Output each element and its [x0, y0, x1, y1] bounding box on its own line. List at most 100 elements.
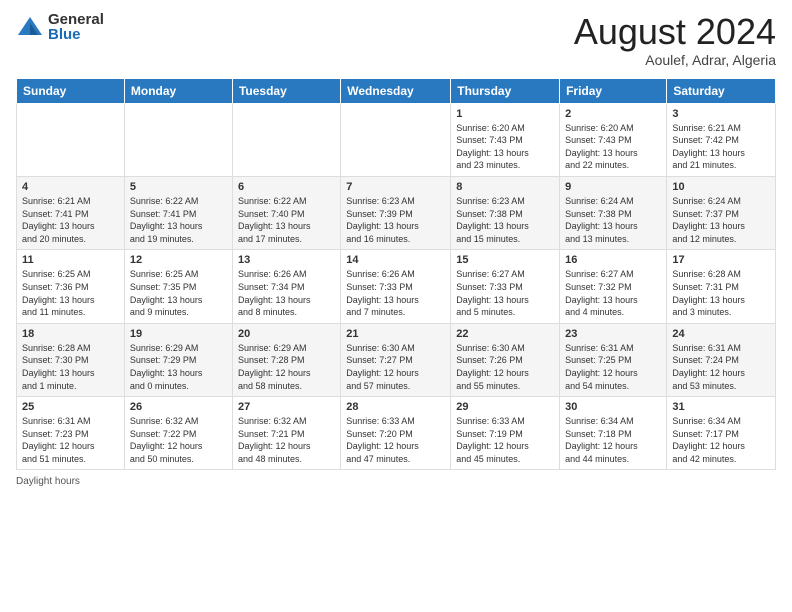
day-number: 2 — [565, 108, 661, 120]
day-info: Sunrise: 6:27 AM Sunset: 7:32 PM Dayligh… — [565, 268, 661, 318]
day-info: Sunrise: 6:26 AM Sunset: 7:34 PM Dayligh… — [238, 268, 335, 318]
day-number: 20 — [238, 328, 335, 340]
calendar-cell: 11Sunrise: 6:25 AM Sunset: 7:36 PM Dayli… — [17, 250, 125, 323]
day-number: 16 — [565, 254, 661, 266]
day-info: Sunrise: 6:20 AM Sunset: 7:43 PM Dayligh… — [565, 122, 661, 172]
day-info: Sunrise: 6:32 AM Sunset: 7:21 PM Dayligh… — [238, 415, 335, 465]
daylight-label: Daylight hours — [16, 476, 80, 487]
day-number: 12 — [130, 254, 227, 266]
calendar-cell: 15Sunrise: 6:27 AM Sunset: 7:33 PM Dayli… — [451, 250, 560, 323]
month-year-title: August 2024 — [574, 12, 776, 52]
day-info: Sunrise: 6:29 AM Sunset: 7:28 PM Dayligh… — [238, 342, 335, 392]
day-number: 25 — [22, 401, 119, 413]
weekday-header-tuesday: Tuesday — [232, 78, 340, 103]
weekday-header-row: SundayMondayTuesdayWednesdayThursdayFrid… — [17, 78, 776, 103]
calendar-cell: 6 Sunrise: 6:22 AM Sunset: 7:40 PM Daylig… — [232, 176, 340, 249]
logo-blue-text: Blue — [48, 27, 104, 42]
day-number: 10 — [672, 181, 770, 193]
day-number: 4 — [22, 181, 119, 193]
day-number: 31 — [672, 401, 770, 413]
weekday-header-sunday: Sunday — [17, 78, 125, 103]
day-number: 6 — [238, 181, 335, 193]
day-number: 17 — [672, 254, 770, 266]
day-number: 24 — [672, 328, 770, 340]
day-info: Sunrise: 6:31 AM Sunset: 7:25 PM Dayligh… — [565, 342, 661, 392]
calendar-cell: 20 Sunrise: 6:29 AM Sunset: 7:28 PM Dayli… — [232, 323, 340, 396]
calendar-cell: 21Sunrise: 6:30 AM Sunset: 7:27 PM Dayli… — [341, 323, 451, 396]
day-info: Sunrise: 6:34 AM Sunset: 7:17 PM Dayligh… — [672, 415, 770, 465]
calendar-cell: 13 Sunrise: 6:26 AM Sunset: 7:34 PM Dayli… — [232, 250, 340, 323]
logo-general-text: General — [48, 12, 104, 27]
calendar-week-row: 18Sunrise: 6:28 AM Sunset: 7:30 PM Dayli… — [17, 323, 776, 396]
weekday-header-thursday: Thursday — [451, 78, 560, 103]
day-info: Sunrise: 6:30 AM Sunset: 7:26 PM Dayligh… — [456, 342, 554, 392]
calendar-cell: 3 Sunrise: 6:21 AM Sunset: 7:42 PM Daylig… — [667, 103, 776, 176]
calendar-cell — [17, 103, 125, 176]
day-info: Sunrise: 6:29 AM Sunset: 7:29 PM Dayligh… — [130, 342, 227, 392]
day-info: Sunrise: 6:24 AM Sunset: 7:38 PM Dayligh… — [565, 195, 661, 245]
day-number: 22 — [456, 328, 554, 340]
day-number: 14 — [346, 254, 445, 266]
calendar-week-row: 11Sunrise: 6:25 AM Sunset: 7:36 PM Dayli… — [17, 250, 776, 323]
calendar-cell: 7 Sunrise: 6:23 AM Sunset: 7:39 PM Daylig… — [341, 176, 451, 249]
weekday-header-monday: Monday — [124, 78, 232, 103]
day-info: Sunrise: 6:34 AM Sunset: 7:18 PM Dayligh… — [565, 415, 661, 465]
title-block: August 2024 Aoulef, Adrar, Algeria — [574, 12, 776, 68]
day-number: 30 — [565, 401, 661, 413]
day-info: Sunrise: 6:33 AM Sunset: 7:20 PM Dayligh… — [346, 415, 445, 465]
day-info: Sunrise: 6:25 AM Sunset: 7:35 PM Dayligh… — [130, 268, 227, 318]
day-info: Sunrise: 6:31 AM Sunset: 7:23 PM Dayligh… — [22, 415, 119, 465]
calendar-table: SundayMondayTuesdayWednesdayThursdayFrid… — [16, 78, 776, 471]
calendar-cell: 18Sunrise: 6:28 AM Sunset: 7:30 PM Dayli… — [17, 323, 125, 396]
calendar-cell: 23 Sunrise: 6:31 AM Sunset: 7:25 PM Dayli… — [560, 323, 667, 396]
calendar-cell: 4 Sunrise: 6:21 AM Sunset: 7:41 PM Daylig… — [17, 176, 125, 249]
calendar-cell: 9 Sunrise: 6:24 AM Sunset: 7:38 PM Daylig… — [560, 176, 667, 249]
day-info: Sunrise: 6:20 AM Sunset: 7:43 PM Dayligh… — [456, 122, 554, 172]
day-info: Sunrise: 6:21 AM Sunset: 7:42 PM Dayligh… — [672, 122, 770, 172]
day-info: Sunrise: 6:26 AM Sunset: 7:33 PM Dayligh… — [346, 268, 445, 318]
calendar-cell: 1 Sunrise: 6:20 AM Sunset: 7:43 PM Daylig… — [451, 103, 560, 176]
calendar-cell: 24Sunrise: 6:31 AM Sunset: 7:24 PM Dayli… — [667, 323, 776, 396]
footer: Daylight hours — [16, 476, 776, 487]
day-number: 11 — [22, 254, 119, 266]
calendar-cell: 8Sunrise: 6:23 AM Sunset: 7:38 PM Daylig… — [451, 176, 560, 249]
calendar-cell: 26Sunrise: 6:32 AM Sunset: 7:22 PM Dayli… — [124, 397, 232, 470]
calendar-cell: 17Sunrise: 6:28 AM Sunset: 7:31 PM Dayli… — [667, 250, 776, 323]
day-info: Sunrise: 6:22 AM Sunset: 7:41 PM Dayligh… — [130, 195, 227, 245]
day-info: Sunrise: 6:22 AM Sunset: 7:40 PM Dayligh… — [238, 195, 335, 245]
day-info: Sunrise: 6:32 AM Sunset: 7:22 PM Dayligh… — [130, 415, 227, 465]
calendar-week-row: 1 Sunrise: 6:20 AM Sunset: 7:43 PM Daylig… — [17, 103, 776, 176]
day-number: 23 — [565, 328, 661, 340]
calendar-cell — [124, 103, 232, 176]
day-number: 13 — [238, 254, 335, 266]
day-number: 9 — [565, 181, 661, 193]
day-number: 1 — [456, 108, 554, 120]
day-number: 7 — [346, 181, 445, 193]
calendar-cell: 29Sunrise: 6:33 AM Sunset: 7:19 PM Dayli… — [451, 397, 560, 470]
weekday-header-friday: Friday — [560, 78, 667, 103]
weekday-header-saturday: Saturday — [667, 78, 776, 103]
day-number: 15 — [456, 254, 554, 266]
weekday-header-wednesday: Wednesday — [341, 78, 451, 103]
day-number: 18 — [22, 328, 119, 340]
calendar-cell: 19 Sunrise: 6:29 AM Sunset: 7:29 PM Dayli… — [124, 323, 232, 396]
day-number: 19 — [130, 328, 227, 340]
day-number: 8 — [456, 181, 554, 193]
day-number: 5 — [130, 181, 227, 193]
calendar-week-row: 25 Sunrise: 6:31 AM Sunset: 7:23 PM Dayli… — [17, 397, 776, 470]
calendar-cell: 22 Sunrise: 6:30 AM Sunset: 7:26 PM Dayli… — [451, 323, 560, 396]
calendar-cell: 2 Sunrise: 6:20 AM Sunset: 7:43 PM Daylig… — [560, 103, 667, 176]
day-number: 3 — [672, 108, 770, 120]
day-info: Sunrise: 6:33 AM Sunset: 7:19 PM Dayligh… — [456, 415, 554, 465]
calendar-cell: 30 Sunrise: 6:34 AM Sunset: 7:18 PM Dayli… — [560, 397, 667, 470]
day-info: Sunrise: 6:21 AM Sunset: 7:41 PM Dayligh… — [22, 195, 119, 245]
logo-icon — [16, 13, 44, 41]
day-info: Sunrise: 6:24 AM Sunset: 7:37 PM Dayligh… — [672, 195, 770, 245]
day-info: Sunrise: 6:23 AM Sunset: 7:39 PM Dayligh… — [346, 195, 445, 245]
day-number: 21 — [346, 328, 445, 340]
calendar-cell: 5 Sunrise: 6:22 AM Sunset: 7:41 PM Daylig… — [124, 176, 232, 249]
calendar-cell: 10 Sunrise: 6:24 AM Sunset: 7:37 PM Dayli… — [667, 176, 776, 249]
day-number: 27 — [238, 401, 335, 413]
calendar-cell: 25 Sunrise: 6:31 AM Sunset: 7:23 PM Dayli… — [17, 397, 125, 470]
day-number: 28 — [346, 401, 445, 413]
